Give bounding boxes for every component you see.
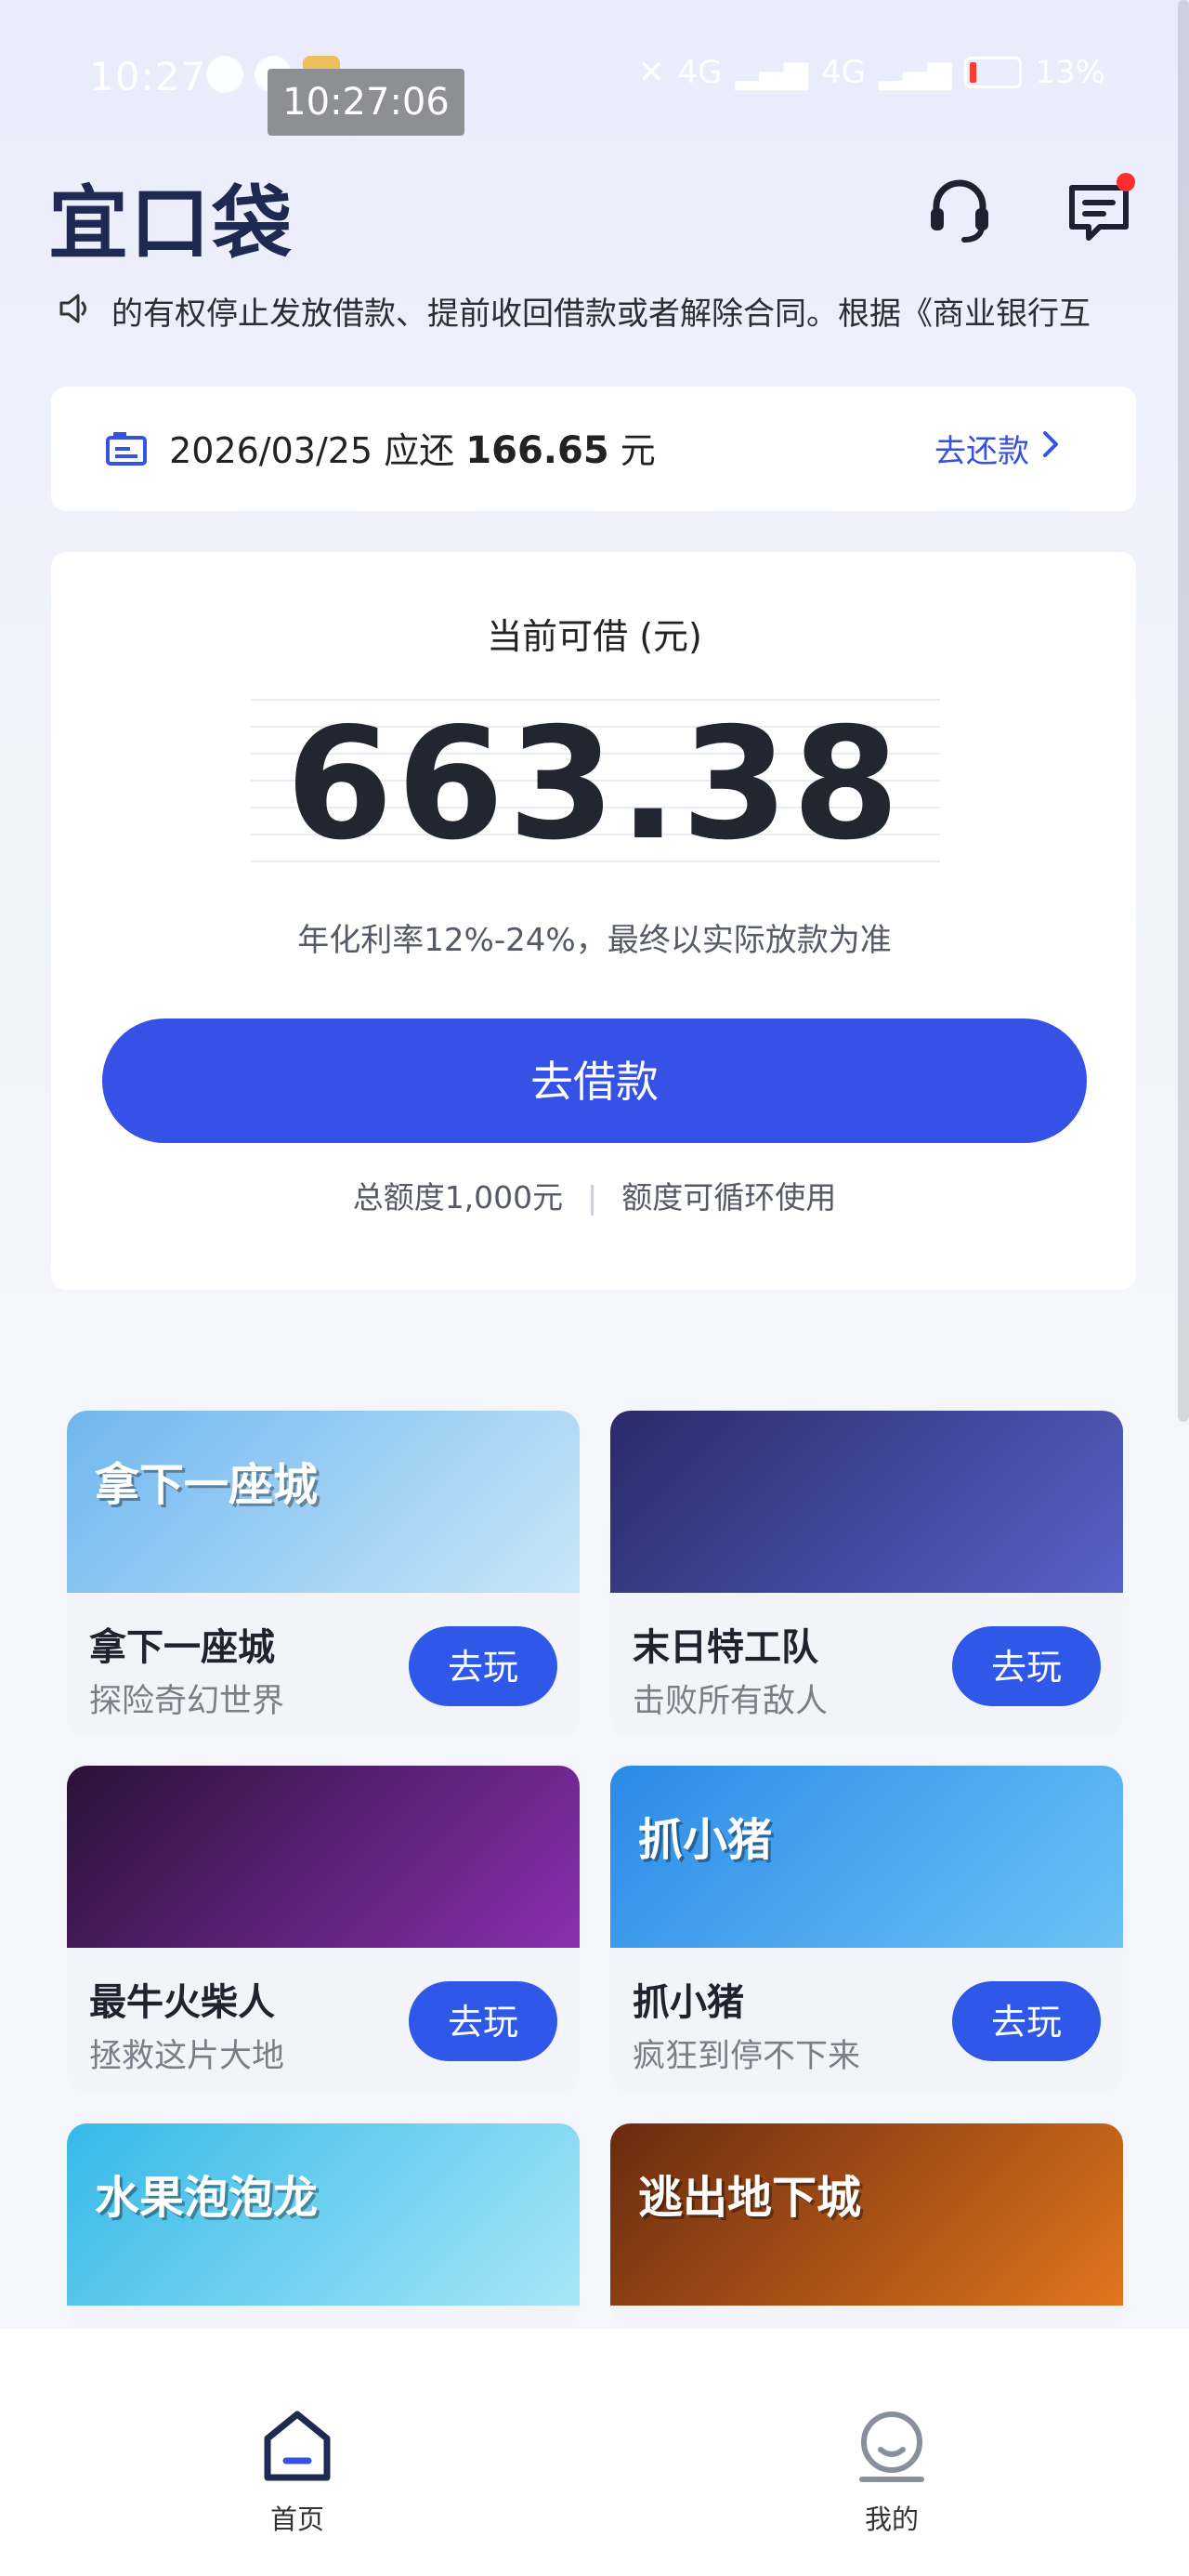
notice-bar[interactable]: 的有权停止发放借款、提前收回借款或者解除合同。根据《商业银行互 [56, 284, 1133, 336]
repayment-due: 2026/03/25 应还 [169, 430, 455, 471]
rate-note: 年化利率12%-24%，最终以实际放款为准 [297, 922, 892, 959]
bill-icon [104, 430, 149, 476]
total-quota: 总额度1,000元 [352, 1179, 564, 1216]
borrow-button[interactable]: 去借款 [102, 1019, 1087, 1143]
game-cover-image [67, 1766, 580, 1948]
play-button[interactable]: 去玩 [952, 1626, 1101, 1706]
network-label-2: 4G [820, 54, 866, 91]
game-card[interactable]: 抓小猪 抓小猪 疯狂到停不下来 去玩 [610, 1766, 1123, 2093]
profile-icon [855, 2412, 929, 2489]
quota-note: 额度可循环使用 [621, 1179, 837, 1216]
tab-bar [0, 2329, 1189, 2576]
repay-link[interactable]: 去还款 [934, 426, 1061, 471]
network-label: 4G [677, 54, 723, 91]
repayment-amount: 166.65 [465, 429, 609, 472]
game-subtitle: 探险奇幻世界 [89, 1683, 285, 1720]
tab-home-label: 首页 [269, 2504, 324, 2535]
chevron-right-icon [1040, 429, 1061, 467]
play-button[interactable]: 去玩 [409, 1626, 557, 1706]
game-card[interactable]: 拿下一座城 拿下一座城 探险奇幻世界 去玩 [67, 1411, 580, 1738]
repayment-info: 2026/03/25 应还 166.65 元 [104, 422, 656, 476]
game-cover-image [610, 1411, 1123, 1593]
speaker-icon [56, 290, 93, 331]
status-right: ✕ 4G ▂▄▆ 4G ▂▄▆ 13% [638, 54, 1105, 91]
game-title: 末日特工队 [633, 1626, 818, 1669]
game-subtitle: 拯救这片大地 [89, 2038, 285, 2075]
game-info-panel [67, 2306, 580, 2329]
tab-mine[interactable]: 我的 [799, 2407, 985, 2537]
game-card[interactable]: 逃出地下城逃出地下城去玩 [610, 2123, 1123, 2329]
app-logo: 宜口袋 [48, 177, 294, 270]
game-title: 最牛火柴人 [89, 1981, 275, 2024]
game-title: 拿下一座城 [89, 1626, 275, 1669]
notice-text: 的有权停止发放借款、提前收回借款或者解除合同。根据《商业银行互 [111, 295, 1091, 333]
game-cover-title: 抓小猪 [638, 1814, 773, 1866]
battery-icon [964, 57, 1023, 88]
mute-icon: ✕ [638, 54, 665, 91]
battery-level: 13% [1035, 54, 1105, 91]
signal-icon-2: ▂▄▆ [878, 54, 952, 91]
game-cover-title: 水果泡泡龙 [95, 2172, 319, 2224]
play-button[interactable]: 去玩 [409, 1981, 557, 2061]
divider: | [587, 1179, 598, 1216]
game-subtitle: 击败所有敌人 [633, 1683, 829, 1720]
loan-label: 当前可借 (元) [487, 616, 702, 657]
home-icon [260, 2411, 334, 2489]
tab-home[interactable]: 首页 [204, 2407, 390, 2537]
quota-info: 总额度1,000元 | 额度可循环使用 [0, 1173, 1189, 1217]
scrollbar[interactable] [1178, 0, 1189, 1422]
game-card[interactable]: 水果泡泡龙欢乐水果泡泡龙去玩 [67, 2123, 580, 2329]
tab-mine-label: 我的 [864, 2504, 919, 2535]
headset-icon[interactable] [923, 173, 996, 245]
game-title: 抓小猪 [633, 1981, 744, 2024]
game-card[interactable]: 末日特工队击败所有敌人 去玩 [610, 1411, 1123, 1738]
repayment-unit: 元 [620, 430, 656, 471]
available-amount: 663.38 [285, 695, 904, 874]
status-time: 10:27 [89, 54, 207, 99]
game-cover-title: 拿下一座城 [95, 1459, 319, 1511]
game-info-panel [610, 2306, 1123, 2329]
alarm-icon [206, 56, 243, 93]
time-overlay: 10:27:06 [268, 69, 464, 136]
message-icon[interactable] [1063, 173, 1135, 245]
game-subtitle: 疯狂到停不下来 [633, 2038, 861, 2075]
play-button[interactable]: 去玩 [952, 1981, 1101, 2061]
repay-link-label: 去还款 [934, 433, 1029, 470]
unread-dot [1117, 173, 1135, 191]
game-card[interactable]: 最牛火柴人拯救这片大地 去玩 [67, 1766, 580, 2093]
signal-icon: ▂▄▆ [735, 54, 808, 91]
game-cover-title: 逃出地下城 [638, 2172, 862, 2224]
